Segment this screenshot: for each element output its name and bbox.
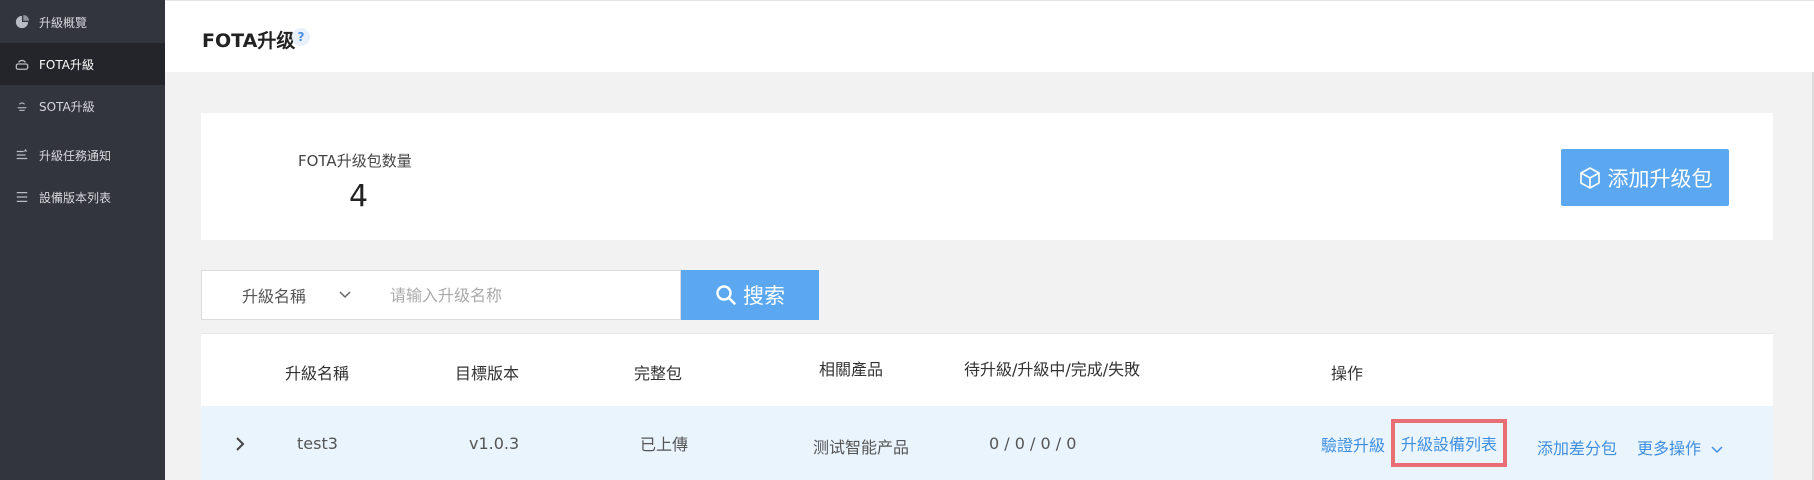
sidebar-item-label: 升級任務通知 [39, 148, 112, 163]
sidebar-item-label: 設備版本列表 [39, 190, 112, 205]
row-product: 测试智能产品 [813, 438, 910, 457]
search-button[interactable]: 搜索 [681, 270, 819, 320]
row-package: 已上傳 [640, 435, 689, 454]
table-row: test3 v1.0.3 已上傳 测试智能产品 0 / 0 / 0 / 0 驗證… [201, 406, 1773, 480]
package-icon [1579, 166, 1600, 189]
verify-upgrade-link[interactable]: 驗證升級 [1321, 432, 1385, 456]
add-package-button[interactable]: 添加升级包 [1561, 149, 1729, 206]
upgrade-table: 升級名稱 目標版本 完整包 相關產品 待升級/升級中/完成/失敗 操作 test… [201, 333, 1773, 480]
help-icon[interactable]: ? [292, 28, 310, 46]
task-icon [14, 147, 30, 163]
device-list-link[interactable]: 升級設備列表 [1390, 419, 1508, 467]
row-name: test3 [297, 434, 338, 453]
sidebar-item-label: SOTA升級 [39, 99, 95, 114]
column-header-name: 升級名稱 [285, 364, 350, 383]
page-title: FOTA升级 [202, 30, 296, 52]
row-status: 0 / 0 / 0 / 0 [989, 434, 1077, 453]
package-count-label: FOTA升级包数量 [298, 152, 412, 170]
search-icon [716, 285, 736, 305]
column-header-full-package: 完整包 [634, 364, 683, 383]
more-actions-dropdown[interactable]: 更多操作 [1637, 435, 1724, 459]
chevron-down-icon [1711, 445, 1723, 453]
column-header-target-version: 目標版本 [455, 364, 520, 383]
router-icon [14, 56, 30, 72]
sidebar-item-task-notify[interactable]: 升級任務通知 [0, 134, 165, 176]
chevron-right-icon[interactable] [233, 435, 247, 453]
search-button-label: 搜索 [743, 284, 785, 308]
search-select-value: 升級名稱 [242, 287, 307, 306]
list-icon [14, 189, 30, 205]
sidebar-item-overview[interactable]: 升級概覽 [0, 1, 165, 43]
add-diff-package-link[interactable]: 添加差分包 [1537, 435, 1617, 459]
add-package-label: 添加升级包 [1607, 166, 1713, 191]
sidebar: 升級概覽 FOTA升級 SOTA升級 升級任務通知 設備版本列表 [0, 0, 165, 480]
column-header-actions: 操作 [1331, 364, 1364, 383]
sidebar-item-sota[interactable]: SOTA升級 [0, 85, 165, 127]
pie-chart-icon [14, 14, 30, 30]
more-actions-label: 更多操作 [1637, 439, 1702, 458]
sota-icon [14, 98, 30, 114]
search-input[interactable] [368, 270, 681, 320]
column-header-product: 相關產品 [819, 360, 884, 379]
column-header-status: 待升級/升級中/完成/失敗 [964, 360, 1141, 379]
sidebar-item-fota[interactable]: FOTA升級 [0, 43, 165, 85]
row-version: v1.0.3 [469, 434, 520, 453]
page-header: FOTA升级 ? [165, 0, 1814, 72]
search-field-select[interactable]: 升級名稱 [201, 270, 369, 320]
package-count-value: 4 [349, 179, 369, 214]
summary-card: FOTA升级包数量 4 添加升级包 [201, 113, 1773, 240]
sidebar-item-device-version[interactable]: 設備版本列表 [0, 176, 165, 218]
sidebar-item-label: FOTA升級 [39, 57, 94, 72]
chevron-down-icon [339, 291, 351, 299]
sidebar-item-label: 升級概覽 [39, 15, 88, 30]
